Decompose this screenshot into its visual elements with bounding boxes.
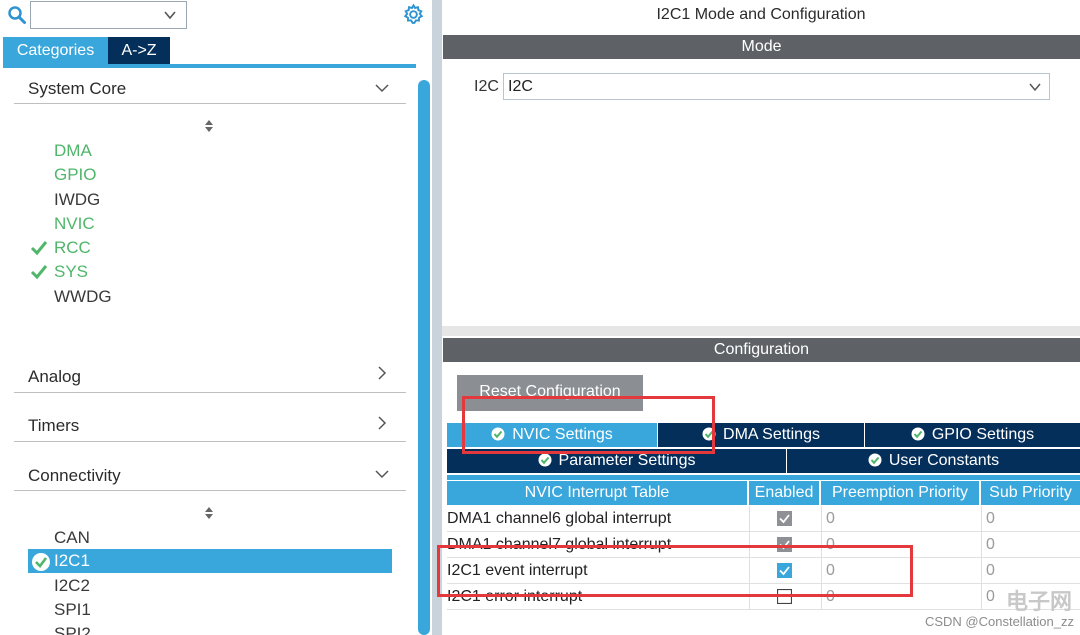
gear-icon[interactable]	[402, 3, 425, 26]
configuration-header: Configuration	[443, 338, 1080, 362]
tab-gpio-settings[interactable]: GPIO Settings	[865, 423, 1080, 447]
tab-label: Parameter Settings	[558, 452, 696, 469]
tab-label: User Constants	[888, 452, 1000, 469]
sidebar-item-spi1[interactable]: SPI1	[54, 600, 91, 620]
sidebar-item-rcc[interactable]: RCC	[54, 238, 91, 258]
tab-categories[interactable]: Categories	[3, 37, 108, 64]
table-cell-sub[interactable]: 0	[981, 532, 1080, 558]
divider	[14, 392, 406, 393]
column-header-enabled[interactable]: Enabled	[749, 481, 819, 505]
i2c-mode-select[interactable]: I2C	[503, 73, 1050, 100]
search-icon[interactable]	[7, 5, 27, 25]
i2c-mode-label: I2C	[474, 78, 499, 95]
tab-user-constants[interactable]: User Constants	[787, 449, 1080, 473]
sidebar-item-sys[interactable]: SYS	[54, 262, 88, 282]
divider	[14, 441, 406, 442]
table-cell-preemption[interactable]: 0	[821, 506, 981, 532]
category-connectivity[interactable]: Connectivity	[28, 466, 121, 486]
column-header-sub-priority[interactable]: Sub Priority	[981, 481, 1080, 505]
sidebar-item-iwdg[interactable]: IWDG	[54, 190, 100, 210]
column-header-preemption[interactable]: Preemption Priority	[821, 481, 979, 505]
chevron-down-icon	[164, 11, 176, 20]
check-icon	[30, 265, 48, 280]
table-cell-sub[interactable]: 0	[981, 558, 1080, 584]
sort-icon[interactable]	[203, 119, 215, 133]
panel-splitter[interactable]	[432, 0, 442, 635]
highlight-box-i2c1-event	[437, 545, 913, 597]
tab-label: DMA Settings	[723, 426, 820, 443]
tab-underline	[447, 475, 1080, 480]
chevron-right-icon[interactable]	[374, 415, 390, 431]
sidebar-item-can[interactable]: CAN	[54, 528, 90, 548]
sort-icon[interactable]	[203, 506, 215, 520]
table-cell-interrupt[interactable]: DMA1 channel6 global interrupt	[447, 506, 749, 532]
tab-a-to-z[interactable]: A->Z	[108, 37, 170, 64]
chevron-down-icon[interactable]	[374, 80, 390, 96]
check-circle-icon	[868, 453, 882, 467]
check-circle-icon	[32, 553, 50, 571]
sidebar-item-gpio[interactable]: GPIO	[54, 165, 97, 185]
table-cell-enabled	[749, 506, 821, 532]
checkbox-checked-disabled[interactable]	[777, 511, 792, 526]
divider	[14, 103, 406, 104]
tab-label: GPIO Settings	[931, 426, 1035, 443]
watermark-logo: 电子网	[1005, 589, 1072, 614]
section-separator[interactable]	[442, 326, 1080, 336]
page-title: I2C1 Mode and Configuration	[656, 6, 866, 23]
tab-underline	[3, 64, 416, 68]
search-dropdown[interactable]	[30, 1, 187, 29]
sidebar-item-dma[interactable]: DMA	[54, 141, 92, 161]
category-timers[interactable]: Timers	[28, 416, 79, 436]
sidebar-item-i2c1[interactable]: I2C1	[54, 551, 90, 571]
table-cell-sub[interactable]: 0	[981, 506, 1080, 532]
main-panel: I2C1 Mode and Configuration Mode I2C I2C…	[437, 0, 1080, 635]
divider	[14, 490, 406, 491]
mode-header: Mode	[443, 35, 1080, 59]
watermark: CSDN @Constellation_zz	[924, 614, 1074, 629]
check-circle-icon	[911, 427, 925, 441]
scrollbar-thumb[interactable]	[418, 80, 430, 635]
chevron-down-icon[interactable]	[374, 466, 390, 482]
left-panel: Categories A->Z System Core DMA GPIO IWD…	[0, 0, 432, 635]
check-circle-icon	[538, 453, 552, 467]
sidebar-item-wwdg[interactable]: WWDG	[54, 287, 112, 307]
sidebar-item-spi2[interactable]: SPI2	[54, 624, 91, 635]
chevron-right-icon[interactable]	[374, 365, 390, 381]
chevron-down-icon	[1029, 83, 1041, 92]
highlight-box-nvic-tab	[462, 396, 715, 454]
category-analog[interactable]: Analog	[28, 367, 81, 387]
check-icon	[30, 241, 48, 256]
sidebar-item-nvic[interactable]: NVIC	[54, 214, 95, 234]
column-header-interrupt[interactable]: NVIC Interrupt Table	[447, 481, 747, 505]
sidebar-item-i2c2[interactable]: I2C2	[54, 576, 90, 596]
category-system-core[interactable]: System Core	[28, 79, 126, 99]
i2c-mode-value: I2C	[508, 78, 533, 95]
